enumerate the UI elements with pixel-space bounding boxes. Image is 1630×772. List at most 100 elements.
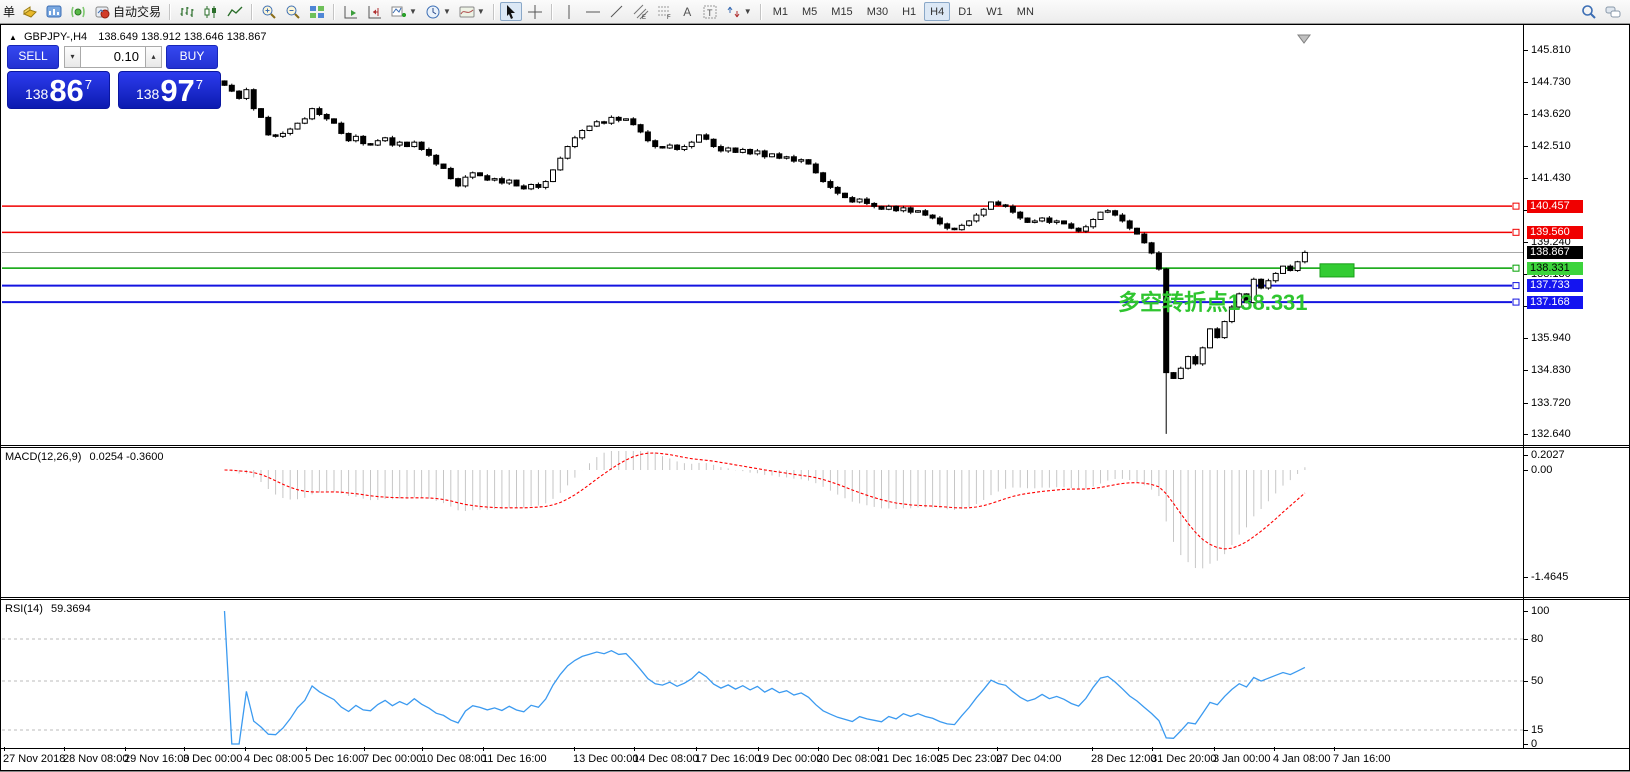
- text-tool[interactable]: A: [678, 2, 697, 21]
- time-axis-label: 5 Dec 16:00: [305, 753, 364, 765]
- period-clock-icon[interactable]: ▼: [422, 2, 454, 21]
- chart-line-icon[interactable]: [224, 2, 246, 21]
- sell-price-box[interactable]: 138 86 7: [7, 71, 110, 109]
- fibonacci-tool[interactable]: F: [654, 2, 676, 21]
- buy-price-prefix: 138: [136, 86, 159, 102]
- crosshair-tool[interactable]: [524, 2, 546, 21]
- time-axis-label: 4 Dec 08:00: [244, 753, 303, 765]
- time-axis-label: 28 Dec 12:00: [1091, 753, 1156, 765]
- price-tick-label: 145.810: [1531, 45, 1571, 56]
- panel-separator[interactable]: [1, 597, 1629, 598]
- timeframe-button-H1[interactable]: H1: [896, 2, 922, 21]
- time-axis-tick: [938, 747, 939, 751]
- buy-price-box[interactable]: 138 97 7: [118, 71, 221, 109]
- price-tick-label: 135.940: [1531, 333, 1571, 344]
- rsi-tick: [1524, 681, 1528, 682]
- macd-panel[interactable]: [2, 448, 1523, 597]
- rsi-tick: [1524, 639, 1528, 640]
- time-axis-tick: [125, 747, 126, 751]
- volume-up-button[interactable]: ▴: [145, 46, 162, 68]
- chart-bars-icon[interactable]: [176, 2, 198, 21]
- sell-button[interactable]: SELL: [7, 45, 59, 69]
- timeframe-button-H4[interactable]: H4: [924, 2, 950, 21]
- timeframe-button-D1[interactable]: D1: [952, 2, 978, 21]
- chart-shift-icon[interactable]: [364, 2, 386, 21]
- zoom-out-icon[interactable]: [282, 2, 304, 21]
- macd-tick: [1524, 577, 1528, 578]
- price-tick: [1524, 82, 1528, 83]
- autotrading-button[interactable]: 自动交易: [91, 2, 164, 21]
- time-axis-label: 29 Nov 16:00: [124, 753, 189, 765]
- channel-tool[interactable]: E: [630, 2, 652, 21]
- price-chart[interactable]: [2, 27, 1523, 445]
- time-axis-tick: [634, 747, 635, 751]
- time-axis-label: 27 Nov 2018: [3, 753, 65, 765]
- tile-windows-icon[interactable]: [306, 2, 328, 21]
- price-tick: [1524, 146, 1528, 147]
- label-tool[interactable]: T: [699, 2, 721, 21]
- separator: [551, 4, 553, 20]
- timeframe-button-M30[interactable]: M30: [861, 2, 894, 21]
- dropdown-caret-icon[interactable]: ▼: [409, 7, 417, 16]
- chat-icon[interactable]: [1602, 2, 1624, 21]
- timeframe-button-M15[interactable]: M15: [825, 2, 858, 21]
- panel-separator: [1, 599, 1629, 600]
- macd-tick-label: 0.2027: [1531, 450, 1565, 461]
- volume-input[interactable]: [81, 46, 145, 68]
- market-watch-icon[interactable]: [43, 2, 65, 21]
- horizontal-line-tool[interactable]: [582, 2, 604, 21]
- rsi-value: 59.3694: [51, 603, 91, 615]
- add-indicator-icon[interactable]: ▼: [388, 2, 420, 21]
- zoom-in-icon[interactable]: [258, 2, 280, 21]
- collapse-arrow-icon[interactable]: ▲: [9, 33, 17, 42]
- time-axis-tick: [878, 747, 879, 751]
- timeframe-button-W1[interactable]: W1: [980, 2, 1009, 21]
- time-axis-tick: [184, 747, 185, 751]
- volume-down-button[interactable]: ▾: [64, 46, 81, 68]
- time-axis-tick: [1214, 747, 1215, 751]
- auto-scroll-icon[interactable]: [340, 2, 362, 21]
- level-price-badge: 137.733: [1527, 279, 1583, 292]
- signal-icon[interactable]: [67, 2, 89, 21]
- chart-candles-icon[interactable]: [200, 2, 222, 21]
- autotrading-label: 自动交易: [113, 3, 161, 20]
- trendline-tool[interactable]: [606, 2, 628, 21]
- rsi-tick-label: 0: [1531, 739, 1537, 750]
- channel-tag: E: [642, 15, 646, 20]
- arrows-tool[interactable]: ▼: [723, 2, 755, 21]
- buy-price-pip: 7: [196, 77, 203, 92]
- price-tick-label: 132.640: [1531, 429, 1571, 440]
- price-tick: [1524, 338, 1528, 339]
- dropdown-caret-icon[interactable]: ▼: [477, 7, 485, 16]
- template-icon[interactable]: ▼: [456, 2, 488, 21]
- timeframe-button-M5[interactable]: M5: [796, 2, 823, 21]
- price-tick: [1524, 50, 1528, 51]
- separator: [760, 4, 762, 20]
- rsi-panel[interactable]: [2, 600, 1523, 748]
- timeframe-button-MN[interactable]: MN: [1011, 2, 1040, 21]
- time-axis-label: 7 Jan 16:00: [1333, 753, 1391, 765]
- dropdown-caret-icon[interactable]: ▼: [744, 7, 752, 16]
- symbol-period-label: GBPJPY-,H4: [24, 31, 87, 43]
- pivot-annotation[interactable]: 多空转折点138.331: [1118, 285, 1308, 317]
- timeframe-button-M1[interactable]: M1: [767, 2, 794, 21]
- price-tick-label: 133.720: [1531, 398, 1571, 409]
- macd-tick-label: -1.4645: [1531, 572, 1568, 583]
- time-axis-label: 10 Dec 08:00: [421, 753, 486, 765]
- separator: [333, 4, 335, 20]
- buy-button[interactable]: BUY: [166, 45, 218, 69]
- level-price-badge: 138.331: [1527, 262, 1583, 275]
- chart-title: ▲ GBPJPY-,H4 138.649 138.912 138.646 138…: [9, 31, 266, 43]
- new-order-icon[interactable]: [19, 2, 41, 21]
- order-menu-label[interactable]: 单: [3, 3, 15, 20]
- time-axis-tick: [364, 747, 365, 751]
- timeframe-bar: M1M5M15M30H1H4D1W1MN: [766, 2, 1041, 21]
- time-axis-tick: [758, 747, 759, 751]
- vertical-line-tool[interactable]: [558, 2, 580, 21]
- panel-separator[interactable]: [1, 445, 1629, 446]
- time-axis-label: 3 Dec 00:00: [183, 753, 242, 765]
- search-icon[interactable]: [1578, 2, 1600, 21]
- price-tick-label: 134.830: [1531, 365, 1571, 376]
- dropdown-caret-icon[interactable]: ▼: [443, 7, 451, 16]
- cursor-tool[interactable]: [500, 2, 522, 21]
